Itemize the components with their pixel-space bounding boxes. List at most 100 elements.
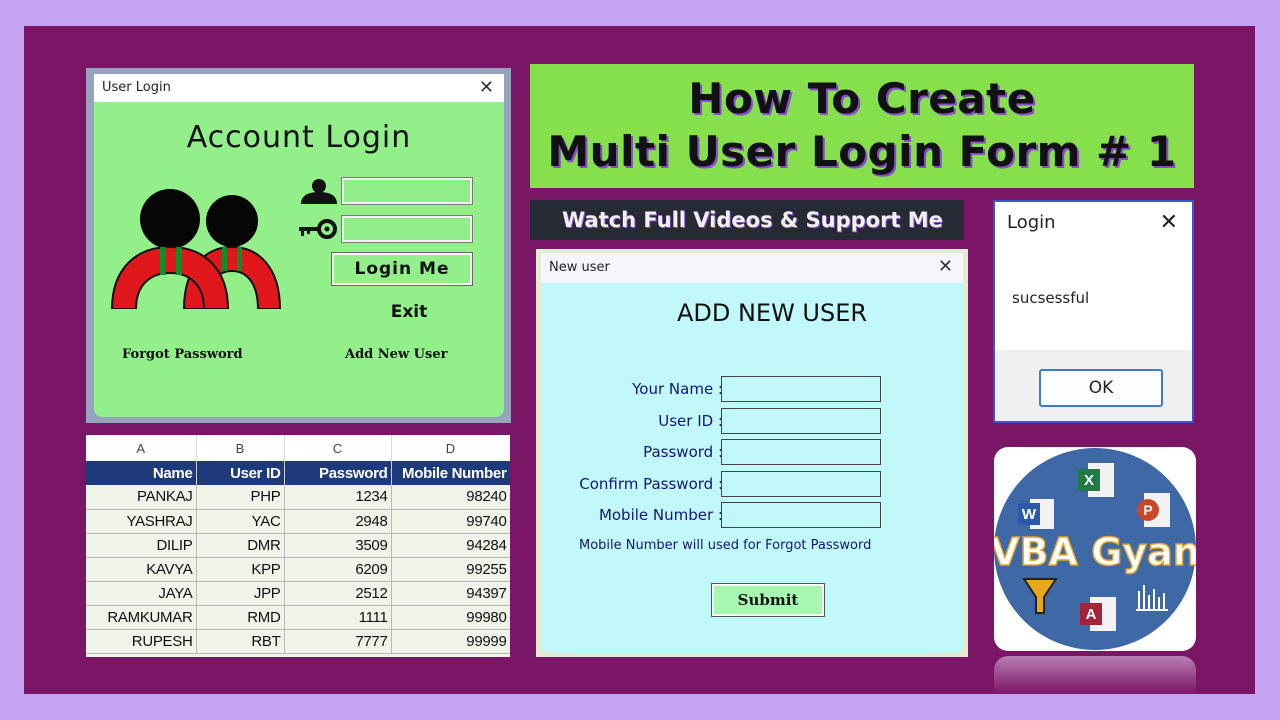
powerpoint-letter: P [1143,502,1152,518]
forgot-password-link[interactable]: Forgot Password [122,347,243,362]
column-letter-a[interactable]: A [86,435,197,461]
user-id-row: User ID : [541,408,963,434]
cell-mobile[interactable]: 99255 [391,557,510,582]
cell-name[interactable]: RUPESH [86,629,197,654]
your-name-label: Your Name : [632,380,723,398]
cell-password[interactable]: 3509 [284,533,392,558]
cell-mobile[interactable]: 98240 [391,485,510,510]
column-letter-b[interactable]: B [196,435,285,461]
your-name-input[interactable] [721,376,881,402]
submit-button[interactable]: Submit [711,583,825,617]
table-row: YASHRAJ YAC 2948 99740 [86,509,510,534]
confirm-password-row: Confirm Password : [541,471,963,497]
cell-password[interactable]: 2512 [284,581,392,606]
table-row: RUPESH RBT 7777 99999 [86,629,510,654]
message-box-title: Login [1007,212,1056,233]
new-user-window: New user ✕ ADD NEW USER Your Name : User… [536,249,968,657]
login-message-box: Login ✕ sucsessful OK [993,200,1194,423]
cell-mobile[interactable]: 94284 [391,533,510,558]
cell-user-id[interactable]: PHP [196,485,285,510]
cell-user-id[interactable]: YAC [196,509,285,534]
cell-user-id[interactable]: DMR [196,533,285,558]
cell-mobile[interactable]: 99980 [391,605,510,630]
cell-name[interactable]: YASHRAJ [86,509,197,534]
column-letter-c[interactable]: C [284,435,392,461]
thumbnail-frame: User Login ✕ Account Login Login Me Exit… [24,26,1255,694]
new-user-titlebar: New user ✕ [541,253,963,283]
logo-text: VBA Gyan [994,530,1196,574]
mobile-number-row: Mobile Number : [541,502,963,528]
password-label: Password : [643,443,723,461]
login-me-button[interactable]: Login Me [331,252,473,286]
cell-user-id[interactable]: RMD [196,605,285,630]
mobile-number-input[interactable] [721,502,881,528]
title-banner: How To Create Multi User Login Form # 1 [530,64,1194,188]
password-input[interactable] [341,215,473,243]
login-form: User Login ✕ Account Login Login Me Exit… [94,74,504,417]
exit-button[interactable]: Exit [94,302,504,322]
password-row: Password : [541,439,963,465]
add-new-user-link[interactable]: Add New User [345,347,447,362]
table-row: PANKAJ PHP 1234 98240 [86,485,510,510]
message-box-close-icon[interactable]: ✕ [1160,202,1178,244]
user-id-label: User ID : [658,412,723,430]
cell-mobile[interactable]: 99999 [391,629,510,654]
table-row: JAYA JPP 2512 94397 [86,581,510,606]
word-letter: W [1022,506,1037,523]
confirm-password-label: Confirm Password : [579,475,723,493]
your-name-row: Your Name : [541,376,963,402]
table-row: RAMKUMAR RMD 1111 99980 [86,605,510,630]
banner-line-2: Multi User Login Form # 1 [547,127,1177,176]
user-table: A B C D Name User ID Password Mobile Num… [86,435,510,654]
message-box-titlebar: Login ✕ [995,202,1192,244]
message-box-footer: OK [995,350,1192,421]
user-login-window: User Login ✕ Account Login Login Me Exit… [86,68,511,423]
password-key-icon [299,219,337,239]
add-new-user-heading: ADD NEW USER [676,299,868,327]
message-box-body: sucsessful [995,244,1192,350]
cell-name[interactable]: JAYA [86,581,197,606]
vba-gyan-logo-card: W X P A VBA Gyan [989,447,1201,651]
username-input[interactable] [341,177,473,205]
message-text: sucsessful [1012,289,1090,307]
cell-password[interactable]: 2948 [284,509,392,534]
header-name[interactable]: Name [86,461,197,485]
mobile-number-label: Mobile Number : [598,506,723,524]
word-icon: W [1018,499,1054,529]
account-login-heading: Account Login [186,120,412,155]
cell-name[interactable]: RAMKUMAR [86,605,197,630]
cell-password[interactable]: 1234 [284,485,392,510]
header-password[interactable]: Password [284,461,392,485]
new-user-window-title: New user [549,260,610,275]
user-id-input[interactable] [721,408,881,434]
access-letter: A [1086,606,1097,623]
login-window-title: User Login [102,80,171,95]
mobile-note: Mobile Number will used for Forgot Passw… [579,538,872,553]
user-data-sheet: A B C D Name User ID Password Mobile Num… [86,435,510,657]
cell-password[interactable]: 6209 [284,557,392,582]
cell-name[interactable]: DILIP [86,533,197,558]
cell-user-id[interactable]: KPP [196,557,285,582]
cell-mobile[interactable]: 94397 [391,581,510,606]
vba-gyan-logo: W X P A VBA Gyan [989,448,1201,650]
cell-mobile[interactable]: 99740 [391,509,510,534]
header-user-id[interactable]: User ID [196,461,285,485]
cell-user-id[interactable]: JPP [196,581,285,606]
username-user-icon [301,179,337,204]
cell-name[interactable]: KAVYA [86,557,197,582]
cell-password[interactable]: 7777 [284,629,392,654]
cell-user-id[interactable]: RBT [196,629,285,654]
login-titlebar: User Login ✕ [94,74,504,102]
users-icon [110,189,282,309]
new-user-close-icon[interactable]: ✕ [938,253,953,280]
table-row: KAVYA KPP 6209 99255 [86,557,510,582]
confirm-password-input[interactable] [721,471,881,497]
new-password-input[interactable] [721,439,881,465]
login-close-icon[interactable]: ✕ [479,74,494,101]
cell-name[interactable]: PANKAJ [86,485,197,510]
header-mobile-number[interactable]: Mobile Number [391,461,510,485]
ok-button[interactable]: OK [1039,369,1163,407]
cell-password[interactable]: 1111 [284,605,392,630]
new-user-form: New user ✕ ADD NEW USER Your Name : User… [541,253,963,653]
column-letter-d[interactable]: D [391,435,510,461]
